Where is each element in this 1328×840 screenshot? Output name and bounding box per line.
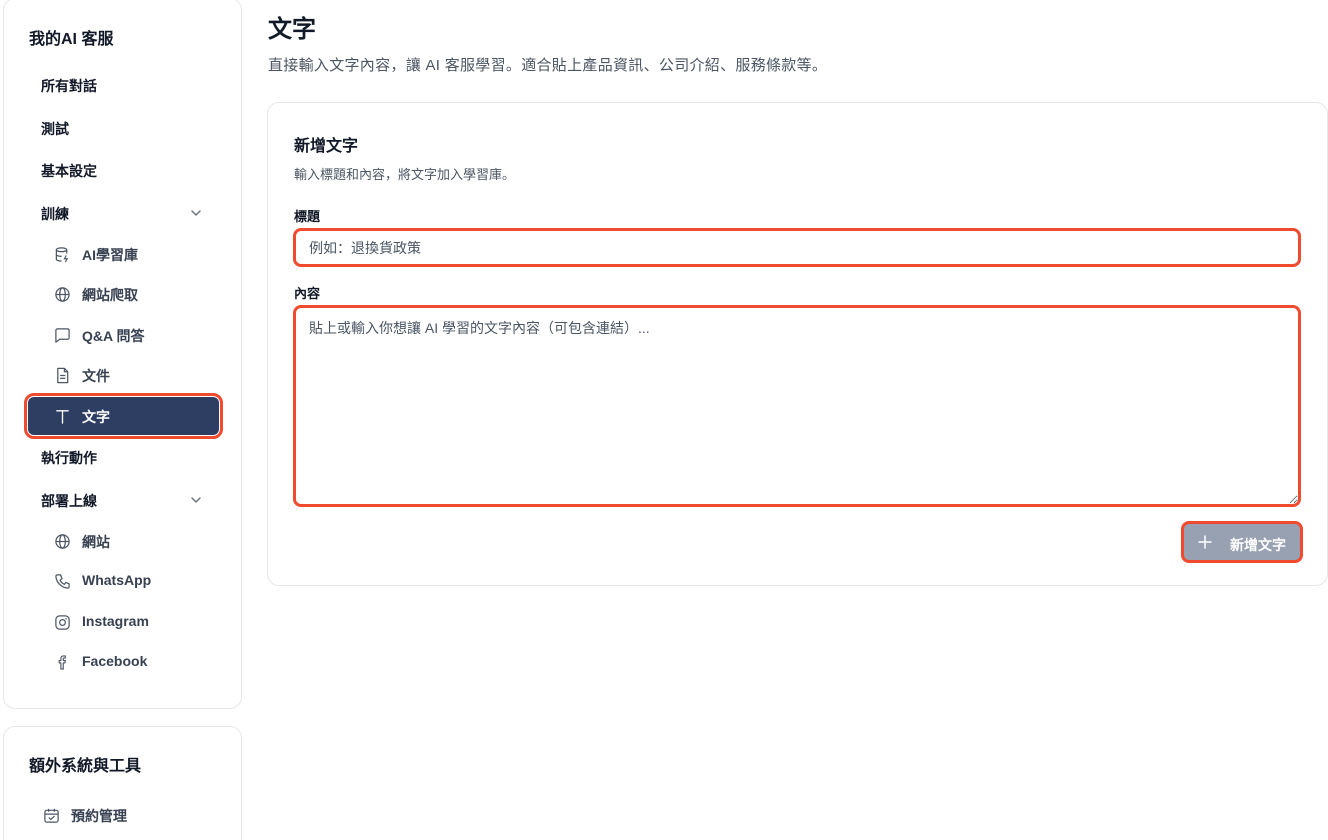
sidebar-item-website[interactable]: 網站 [28, 522, 219, 560]
text-type-icon [56, 410, 69, 424]
sidebar-item-label: 網站爬取 [82, 287, 138, 303]
chat-bubble-icon [55, 328, 70, 343]
extra-tools-panel: 額外系統與工具 預約管理 [3, 726, 242, 840]
globe-icon [55, 534, 70, 549]
database-icon [55, 247, 69, 263]
sidebar-item-deploy[interactable]: 部署上線 [28, 482, 219, 520]
sidebar-item-qa[interactable]: Q&A 問答 [28, 316, 219, 354]
card-title: 新增文字 [294, 138, 359, 155]
add-text-button[interactable]: 新增文字 [1181, 521, 1303, 563]
sidebar-item-training[interactable]: 訓練 [28, 195, 219, 233]
sidebar-item-label: 執行動作 [41, 450, 97, 466]
phone-icon [55, 574, 70, 589]
sidebar-item-ai-library[interactable]: AI學習庫 [28, 235, 219, 273]
page-description: 直接輸入文字內容，讓 AI 客服學習。適合貼上產品資訊、公司介紹、服務條款等。 [268, 57, 828, 74]
sidebar-panel: 我的AI 客服 所有對話 測試 基本設定 訓練 AI學習庫 網站爬取 Q&A 問… [3, 0, 242, 709]
sidebar-item-label: AI學習庫 [82, 247, 138, 263]
sidebar-item-actions[interactable]: 執行動作 [28, 439, 219, 477]
content-label: 內容 [294, 286, 321, 301]
calendar-check-icon [44, 808, 59, 823]
sidebar-title: 我的AI 客服 [29, 31, 114, 48]
sidebar-item-label: 網站 [82, 534, 110, 550]
sidebar-item-label: 部署上線 [41, 493, 97, 509]
title-label: 標題 [294, 209, 321, 224]
sidebar-item-label: Instagram [82, 613, 149, 629]
sidebar-item-label: 基本設定 [41, 163, 97, 179]
chevron-down-icon[interactable] [189, 206, 203, 220]
sidebar-item-basic-settings[interactable]: 基本設定 [28, 152, 219, 190]
sidebar-item-label: 所有對話 [41, 78, 97, 94]
sidebar-item-facebook[interactable]: Facebook [28, 643, 219, 681]
sidebar-item-label: 文字 [82, 409, 110, 425]
page-title: 文字 [268, 16, 316, 43]
sidebar-item-web-crawl[interactable]: 網站爬取 [28, 275, 219, 313]
sidebar-item-test[interactable]: 測試 [28, 110, 219, 148]
card-subtitle: 輸入標題和內容，將文字加入學習庫。 [294, 167, 516, 182]
sidebar-item-whatsapp[interactable]: WhatsApp [28, 562, 219, 600]
title-input[interactable] [293, 228, 1301, 267]
add-text-button-label: 新增文字 [1230, 537, 1286, 553]
sidebar-item-all-chats[interactable]: 所有對話 [28, 67, 219, 105]
instagram-icon [55, 615, 70, 630]
content-textarea[interactable] [293, 305, 1301, 507]
facebook-icon [58, 655, 66, 670]
sidebar-item-booking[interactable]: 預約管理 [17, 796, 208, 834]
add-text-card: 新增文字 輸入標題和內容，將文字加入學習庫。 標題 內容 新增文字 [267, 102, 1328, 586]
sidebar-item-label: WhatsApp [82, 572, 152, 588]
sidebar-item-label: 預約管理 [71, 808, 127, 824]
sidebar-item-label: 文件 [82, 368, 110, 384]
plus-icon [1198, 535, 1212, 549]
sidebar-item-label: 訓練 [41, 206, 69, 222]
sidebar-item-text[interactable]: 文字 [24, 393, 223, 439]
chevron-down-icon[interactable] [189, 493, 203, 507]
sidebar-item-label: Facebook [82, 653, 148, 669]
extra-tools-title: 額外系統與工具 [29, 758, 142, 775]
sidebar-item-instagram[interactable]: Instagram [28, 603, 219, 641]
document-icon [57, 367, 69, 384]
sidebar-item-label: 測試 [41, 121, 69, 137]
globe-icon [55, 287, 70, 302]
sidebar-item-label: Q&A 問答 [82, 328, 145, 344]
sidebar-item-documents[interactable]: 文件 [28, 356, 219, 394]
